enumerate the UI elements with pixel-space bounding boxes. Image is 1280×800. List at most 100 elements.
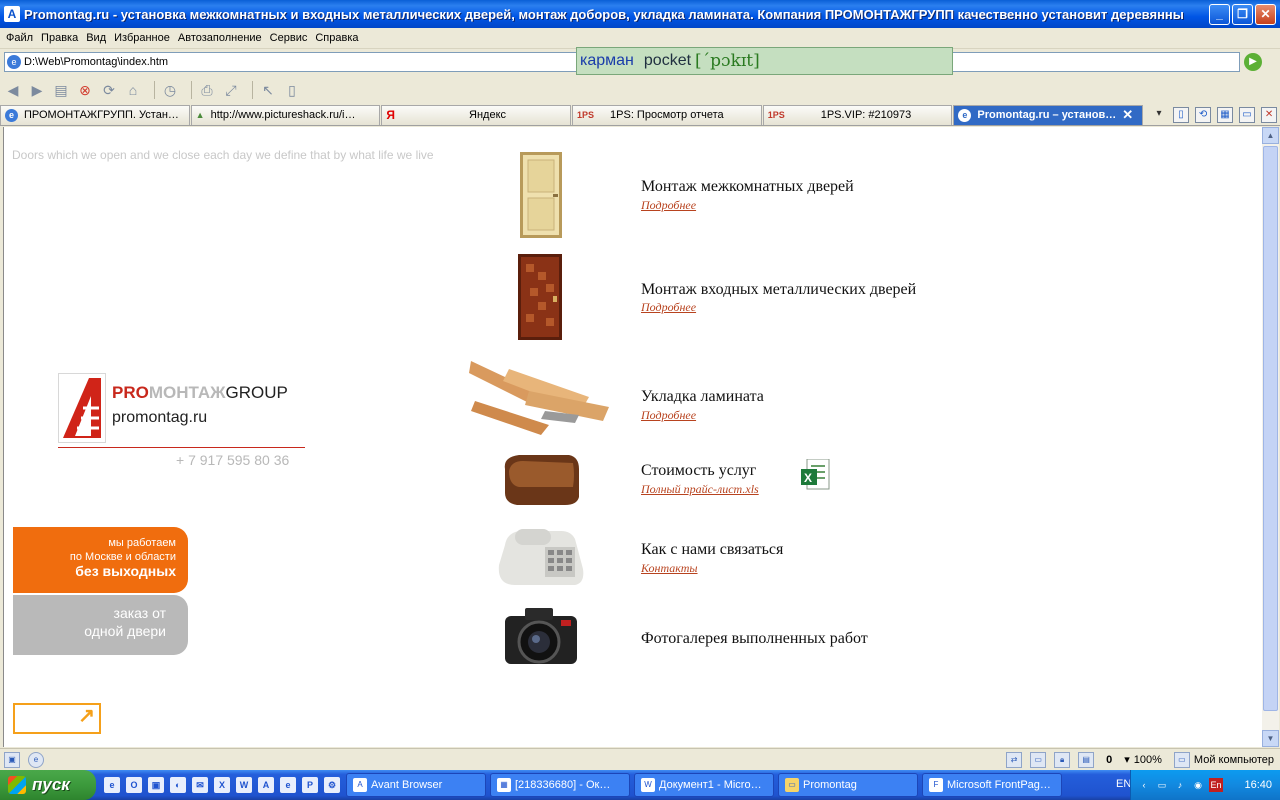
computer-status-icon[interactable]: ▭ [1030,751,1047,768]
word-quicklaunch-icon[interactable]: W [236,777,252,793]
task-avant-browser[interactable]: A Avant Browser [346,773,486,797]
gallery-link[interactable]: Фотогалерея выполненных работ [641,630,868,648]
history-icon[interactable]: ◷ [161,81,179,99]
home-icon[interactable]: ⌂ [124,81,142,99]
popup-count: 0 [1106,753,1113,766]
tab-promontag-active[interactable]: e Promontag.ru – установ… ✕ [953,104,1144,125]
start-button[interactable]: пуск [0,770,96,800]
fullscreen-icon[interactable]: ⤢ [222,81,240,99]
close-button[interactable]: ✕ [1255,3,1276,25]
tray-keyboard-layout[interactable]: En [1209,778,1223,792]
menu-autofill[interactable]: Автозаполнение [174,32,266,44]
language-indicator[interactable]: EN [1116,778,1131,790]
browser-app-icon[interactable]: A [4,6,20,22]
tab-bar: e ПРОМОНТАЖГРУПП. Устан… ▲ http://www.pi… [0,104,1280,126]
scroll-down-icon[interactable]: ▼ [1262,730,1279,747]
dictionary-word: карман [580,52,634,69]
window-title: Promontag.ru - установка межкомнатных и … [24,6,1184,22]
dictionary-transcription: [ˊpɔkɪt] [695,51,760,71]
maximize-button[interactable]: ❐ [1232,3,1253,25]
menu-view[interactable]: Вид [82,32,110,44]
logo-site: promontag.ru [112,409,208,426]
service-details-link[interactable]: Подробнее [641,300,696,315]
task-word-document[interactable]: W Документ1 - Micro… [634,773,774,797]
back-icon[interactable]: ◀ [4,81,22,99]
mail-quicklaunch-icon[interactable]: ✉ [192,777,208,793]
task-spreadsheet[interactable]: ▦ [218336680] - Ок… [490,773,630,797]
interior-door-icon[interactable] [520,152,562,241]
contacts-link[interactable]: Контакты [641,561,698,576]
cursor-icon[interactable]: ↖ [259,81,277,99]
promo-line: одной двери [84,623,166,639]
taskbar: пуск e O ▣ ◐ ✉ X W A e P ⚙ A Avant Brows… [0,770,1280,800]
menu-favorites[interactable]: Избранное [110,32,174,44]
scroll-up-icon[interactable]: ▲ [1262,127,1279,144]
quick-launch: e O ▣ ◐ ✉ X W A e P ⚙ [104,777,346,793]
tray-antivirus-icon[interactable]: ◉ [1191,778,1205,792]
tab-yandex[interactable]: Я Яндекс [381,104,572,125]
tab-promontag-1[interactable]: e ПРОМОНТАЖГРУПП. Устан… [0,104,190,125]
menu-file[interactable]: Файл [2,32,37,44]
menu-edit[interactable]: Правка [37,32,82,44]
laminate-icon[interactable] [469,351,611,438]
camera-icon[interactable] [501,604,581,675]
excel-file-icon[interactable]: X [801,458,831,494]
tray-monitor-icon[interactable]: ▭ [1155,778,1169,792]
popup-blocker-icon[interactable]: ▤ [1078,751,1095,768]
restore-tab-icon[interactable]: ⟲ [1195,106,1212,123]
forward-icon[interactable]: ▶ [28,81,46,99]
wallet-icon[interactable] [499,447,585,514]
tray-volume-icon[interactable]: ♪ [1173,778,1187,792]
menu-help[interactable]: Справка [311,32,362,44]
dictionary-translation: pocket [643,52,692,69]
service-title: Стоимость услуг [641,462,757,479]
phone-icon[interactable] [495,525,587,590]
logo-divider [58,447,305,448]
ie2-quicklaunch-icon[interactable]: e [280,777,296,793]
print-preview-icon[interactable]: ⎙ [198,81,216,99]
excel-quicklaunch-icon[interactable]: X [214,777,230,793]
avant-quicklaunch-icon[interactable]: A [258,777,274,793]
task-frontpage[interactable]: F Microsoft FrontPag… [922,773,1062,797]
promo-line-bold: без выходных [75,563,176,579]
zoom-level[interactable]: 100% [1134,754,1162,766]
ie-quicklaunch-icon[interactable]: e [104,777,120,793]
vertical-scrollbar[interactable]: ▲ ▼ [1262,127,1279,747]
lock-icon[interactable]: 🔒︎ [1054,751,1071,768]
tab-list-dropdown-icon[interactable]: ▾ [1151,107,1167,123]
menu-tools[interactable]: Сервис [266,32,312,44]
tab-pictureshack[interactable]: ▲ http://www.pictureshack.ru/i… [190,104,381,125]
tile-windows-icon[interactable]: ▦ [1217,106,1234,123]
tab-1ps-vip[interactable]: 1PS 1PS.VIP: #210973 [762,104,953,125]
page-icon[interactable]: ▯ [283,81,301,99]
zoom-dropdown-icon[interactable]: ▾ [1124,753,1130,766]
tools-quicklaunch-icon[interactable]: ⚙ [324,777,340,793]
close-tab-icon[interactable]: ✕ [1261,106,1278,123]
metal-door-icon[interactable] [518,254,562,343]
price-list-link[interactable]: Полный прайс-лист.xls [641,482,759,497]
tab-1ps-report[interactable]: 1PS 1PS: Просмотр отчета [572,104,762,125]
go-button[interactable]: ▶ [1244,53,1262,71]
save-quicklaunch-icon[interactable]: ▣ [148,777,164,793]
task-promontag-folder[interactable]: ▭ Promontag [778,773,918,797]
tab-close-icon[interactable]: ✕ [1122,107,1133,123]
tab-window-icon[interactable]: ▭ [1239,106,1256,123]
service-details-link[interactable]: Подробнее [641,408,696,423]
tray-expand-icon[interactable]: ‹ [1137,778,1151,792]
service-title: Монтаж межкомнатных дверей [641,178,854,195]
minimize-button[interactable]: _ [1209,3,1230,25]
opera-quicklaunch-icon[interactable]: O [126,777,142,793]
refresh-icon[interactable]: ⟳ [100,81,118,99]
toolbar-separator [154,80,155,99]
stop-icon[interactable]: ⊗ [76,81,94,99]
network-icon[interactable]: ⇄ [1006,751,1023,768]
pro-quicklaunch-icon[interactable]: P [302,777,318,793]
word-icon: W [641,778,655,792]
pages-icon[interactable]: ▤ [52,81,70,99]
media-quicklaunch-icon[interactable]: ◐ [170,777,186,793]
new-tab-icon[interactable]: ▯ [1173,106,1190,123]
arrow-link-box[interactable]: ↗ [13,703,101,734]
scroll-thumb[interactable] [1263,146,1278,711]
ie-icon: e [958,108,972,122]
service-details-link[interactable]: Подробнее [641,198,696,213]
